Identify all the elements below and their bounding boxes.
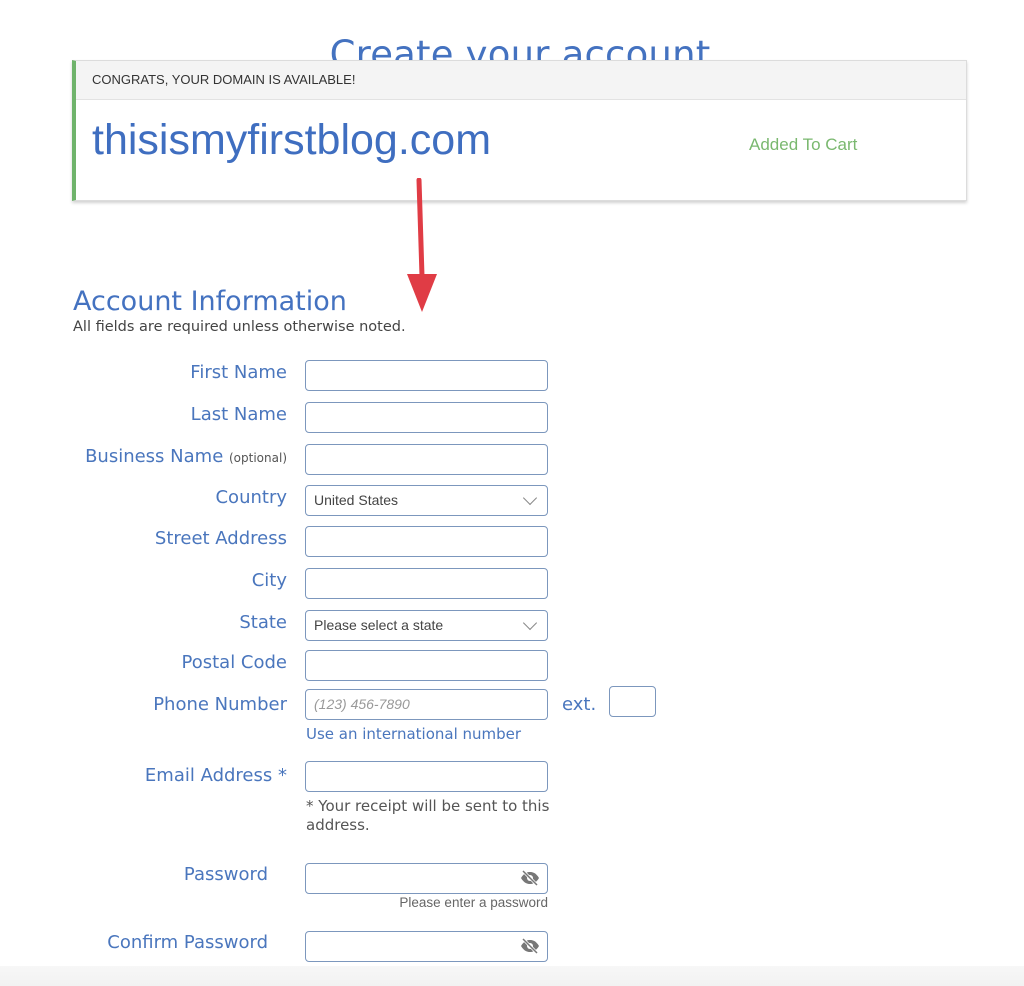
domain-name: thisismyfirstblog.com (92, 116, 492, 164)
optional-tag: (optional) (229, 451, 287, 465)
phone-input[interactable]: (123) 456-7890 (305, 689, 548, 720)
country-selected-value: United States (314, 492, 399, 508)
last-name-input[interactable] (305, 402, 548, 433)
email-input[interactable] (305, 761, 548, 792)
phone-ext-input[interactable] (609, 686, 656, 717)
international-number-link[interactable]: Use an international number (306, 725, 521, 743)
state-selected-value: Please select a state (314, 617, 444, 633)
email-help-text: * Your receipt will be sent to this addr… (306, 797, 550, 834)
confirm-password-input[interactable] (305, 931, 548, 962)
email-label: Email Address * (144, 765, 287, 786)
phone-label: Phone Number (153, 694, 287, 715)
state-label: State (239, 612, 287, 633)
business-name-label: Business Name (optional) (85, 446, 287, 467)
postal-code-label: Postal Code (181, 652, 288, 673)
street-address-input[interactable] (305, 526, 548, 557)
last-name-label: Last Name (190, 404, 287, 425)
required-note: All fields are required unless otherwise… (73, 319, 406, 335)
business-name-input[interactable] (305, 444, 548, 475)
chevron-down-icon (522, 490, 538, 506)
confirm-password-label: Confirm Password (107, 932, 268, 953)
domain-availability-card: CONGRATS, YOUR DOMAIN IS AVAILABLE! this… (72, 60, 967, 201)
eye-slash-icon[interactable] (520, 938, 540, 954)
password-help-text: Please enter a password (399, 895, 548, 910)
first-name-label: First Name (190, 362, 287, 383)
first-name-input[interactable] (305, 360, 548, 391)
red-arrow-annotation-icon (407, 178, 437, 312)
ext-label: ext. (562, 694, 597, 715)
footer-bar (0, 966, 1024, 986)
section-title: Account Information (73, 286, 347, 318)
cart-status: Added To Cart (749, 135, 858, 154)
business-name-label-text: Business Name (85, 446, 224, 467)
chevron-down-icon (522, 615, 538, 631)
domain-card-header: CONGRATS, YOUR DOMAIN IS AVAILABLE! (76, 61, 966, 100)
eye-slash-icon[interactable] (520, 870, 540, 886)
street-address-label: Street Address (154, 528, 287, 549)
country-label: Country (215, 487, 287, 508)
password-input[interactable] (305, 863, 548, 894)
postal-code-input[interactable] (305, 650, 548, 681)
state-select[interactable]: Please select a state (305, 610, 548, 641)
city-input[interactable] (305, 568, 548, 599)
country-select[interactable]: United States (305, 485, 548, 516)
password-label: Password (183, 864, 268, 885)
city-label: City (251, 570, 287, 591)
